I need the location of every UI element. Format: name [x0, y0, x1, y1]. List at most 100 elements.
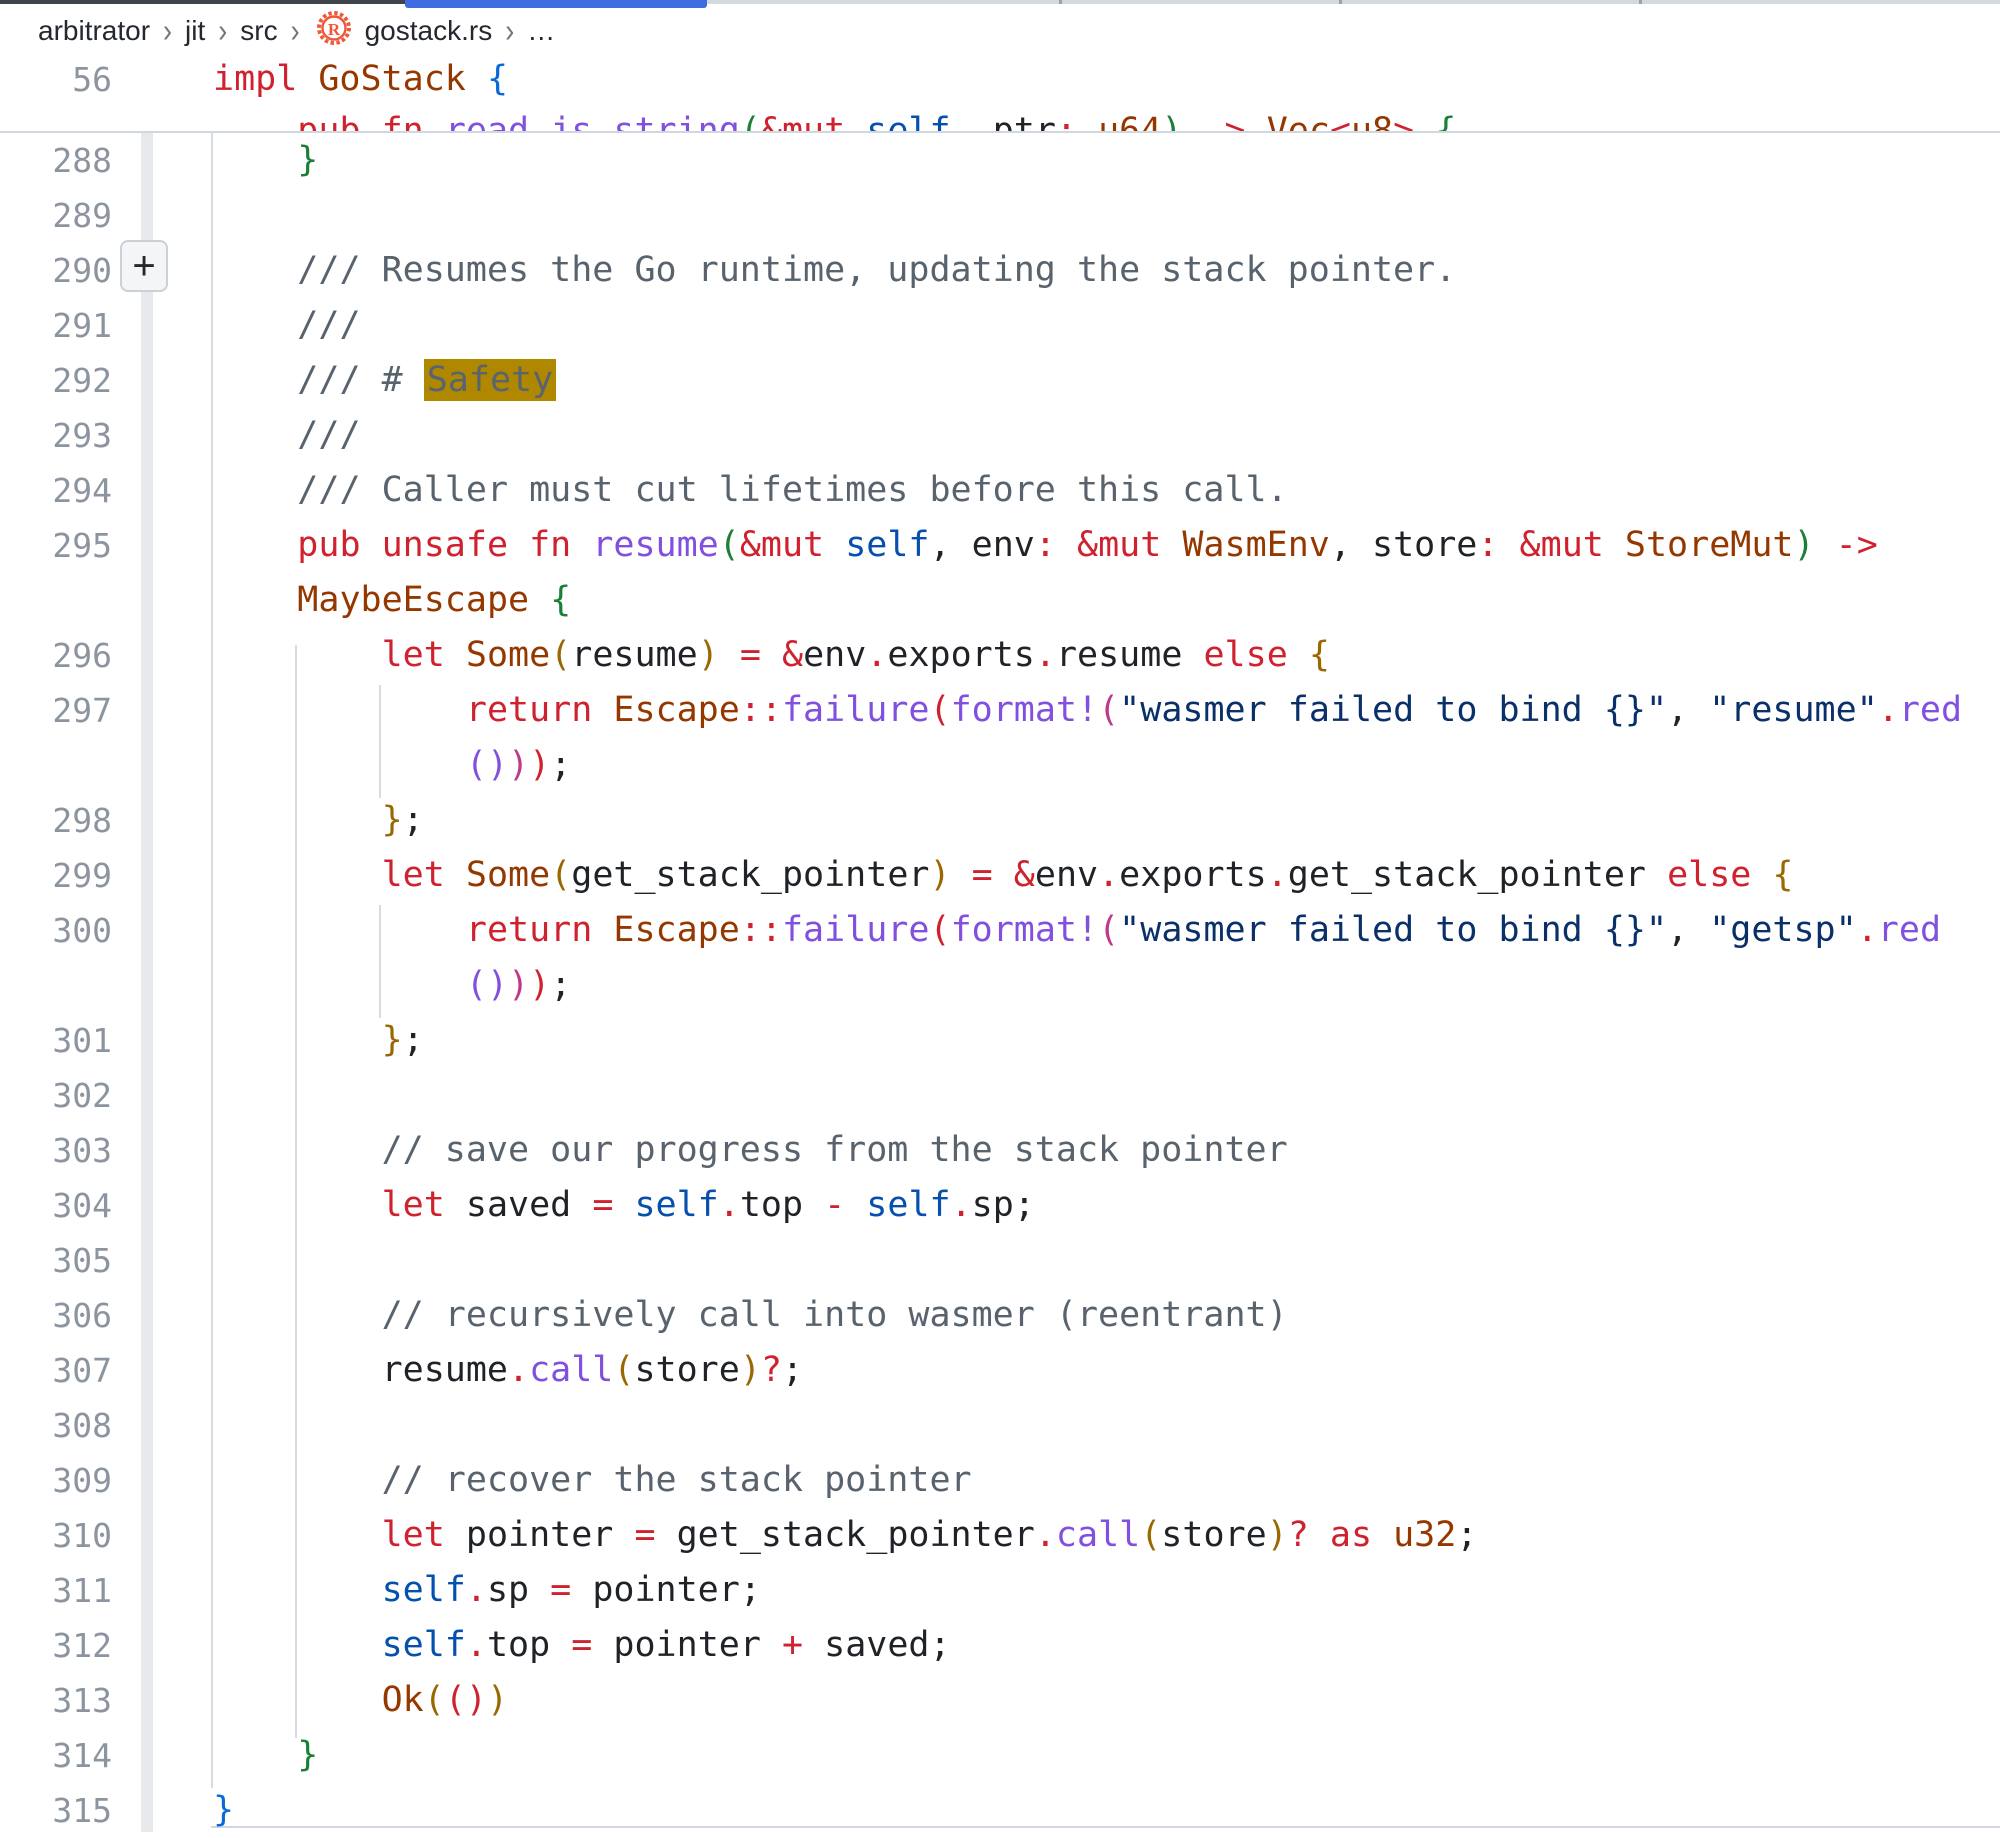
code-token: [1077, 111, 1098, 133]
line-number[interactable]: 302: [0, 1068, 112, 1123]
code-token: /// Caller must cut lifetimes before thi…: [297, 470, 1287, 510]
code-token: .: [1878, 690, 1899, 730]
code-token: ?: [1288, 1515, 1309, 1555]
code-token: .: [466, 1570, 487, 1610]
line-number[interactable]: 301: [0, 1013, 112, 1068]
code-token: +: [782, 1625, 803, 1665]
code-token: ): [1793, 525, 1814, 565]
line-number[interactable]: 304: [0, 1178, 112, 1233]
code-line: pub fn read_js_string(&mut self, ptr: u6…: [0, 104, 1456, 133]
code-token: ::: [740, 690, 782, 730]
code-token: ?: [761, 1350, 782, 1390]
code-line: 291 ///: [0, 298, 2000, 353]
breadcrumb-item-file[interactable]: gostack.rs: [365, 15, 493, 47]
line-number[interactable]: 293: [0, 408, 112, 463]
line-number[interactable]: 299: [0, 848, 112, 903]
code-token: &mut: [740, 525, 845, 565]
line-number[interactable]: 297: [0, 683, 112, 738]
line-number[interactable]: 307: [0, 1343, 112, 1398]
breadcrumb-item-src[interactable]: src: [240, 15, 277, 47]
code-token: call: [529, 1350, 613, 1390]
code-token: /// Resumes the Go runtime, updating the…: [297, 250, 1456, 290]
code-token: }: [297, 140, 318, 180]
code-line-content: pub unsafe fn resume(&mut self, env: &mu…: [213, 518, 1878, 573]
code-line: 295 pub unsafe fn resume(&mut self, env:…: [0, 518, 2000, 573]
code-token: [1498, 525, 1519, 565]
code-token: [213, 415, 297, 455]
code-token: let: [382, 855, 466, 895]
code-line-content: Ok(()): [213, 1673, 508, 1728]
code-token: =: [592, 1185, 613, 1225]
code-token: ;: [1014, 1185, 1035, 1225]
code-token: red: [1899, 690, 1962, 730]
code-token: [213, 1020, 382, 1060]
code-line-content: ///: [213, 408, 361, 463]
code-token: exports: [1119, 855, 1267, 895]
code-token: :: [1056, 111, 1077, 133]
code-token: store: [1161, 1515, 1266, 1555]
top-strip-dark-segment: [0, 0, 405, 4]
line-number[interactable]: 310: [0, 1508, 112, 1563]
line-number[interactable]: 308: [0, 1398, 112, 1453]
code-line-content: resume.call(store)?;: [213, 1343, 803, 1398]
code-token: env: [1035, 855, 1098, 895]
code-line: 288 }: [0, 133, 2000, 188]
code-line-content: MaybeEscape {: [213, 573, 571, 628]
code-token: store: [634, 1350, 739, 1390]
line-number[interactable]: 303: [0, 1123, 112, 1178]
code-line-content: /// Caller must cut lifetimes before thi…: [213, 463, 1288, 518]
code-line-content: impl GoStack {: [213, 52, 508, 107]
code-token: ;: [550, 745, 571, 785]
code-line-wrap: ()));: [0, 958, 2000, 1013]
code-editor: 288 }289290 /// Resumes the Go runtime, …: [0, 133, 2000, 1838]
line-number[interactable]: 311: [0, 1563, 112, 1618]
code-line-content: ()));: [213, 958, 571, 1013]
line-number[interactable]: 315: [0, 1783, 112, 1838]
code-line: 310 let pointer = get_stack_pointer.call…: [0, 1508, 2000, 1563]
line-number[interactable]: 314: [0, 1728, 112, 1783]
line-number[interactable]: 313: [0, 1673, 112, 1728]
line-number[interactable]: 306: [0, 1288, 112, 1343]
breadcrumb-item-arbitrator[interactable]: arbitrator: [38, 15, 150, 47]
code-token: [213, 305, 297, 345]
code-token: [213, 635, 382, 675]
code-token: [213, 525, 297, 565]
code-token: env: [803, 635, 866, 675]
line-number[interactable]: 300: [0, 903, 112, 958]
code-token: [613, 1185, 634, 1225]
code-line: 302: [0, 1068, 2000, 1123]
line-number[interactable]: 298: [0, 793, 112, 848]
line-number[interactable]: 56: [0, 52, 112, 107]
line-number[interactable]: 290: [0, 243, 112, 298]
line-number[interactable]: 294: [0, 463, 112, 518]
code-token: .: [1098, 855, 1119, 895]
code-line-content: let Some(resume) = &env.exports.resume e…: [213, 628, 1330, 683]
code-token: pointer: [592, 1570, 740, 1610]
code-token: ;: [740, 1570, 761, 1610]
line-number[interactable]: 292: [0, 353, 112, 408]
line-number[interactable]: 305: [0, 1233, 112, 1288]
code-token: [213, 1295, 382, 1335]
line-number[interactable]: 312: [0, 1618, 112, 1673]
code-token: Escape: [613, 690, 739, 730]
line-number[interactable]: 291: [0, 298, 112, 353]
code-token: (: [740, 111, 761, 133]
code-token: pub unsafe fn: [297, 525, 592, 565]
breadcrumb-item-symbol-ellipsis[interactable]: …: [527, 15, 555, 47]
line-number[interactable]: 289: [0, 188, 112, 243]
add-line-comment-button[interactable]: +: [120, 240, 168, 292]
line-number[interactable]: 296: [0, 628, 112, 683]
code-token: sp: [487, 1570, 550, 1610]
code-token: .: [866, 635, 887, 675]
line-number[interactable]: 288: [0, 133, 112, 188]
code-token: (: [1098, 910, 1119, 950]
line-number[interactable]: 295: [0, 518, 112, 573]
code-token: ): [529, 745, 550, 785]
chevron-right-icon: ›: [505, 12, 514, 51]
line-number: [0, 958, 112, 1013]
code-token: [213, 855, 382, 895]
line-number[interactable]: 309: [0, 1453, 112, 1508]
code-token: [1246, 111, 1267, 133]
code-token: [213, 1460, 382, 1500]
breadcrumb-item-jit[interactable]: jit: [185, 15, 205, 47]
